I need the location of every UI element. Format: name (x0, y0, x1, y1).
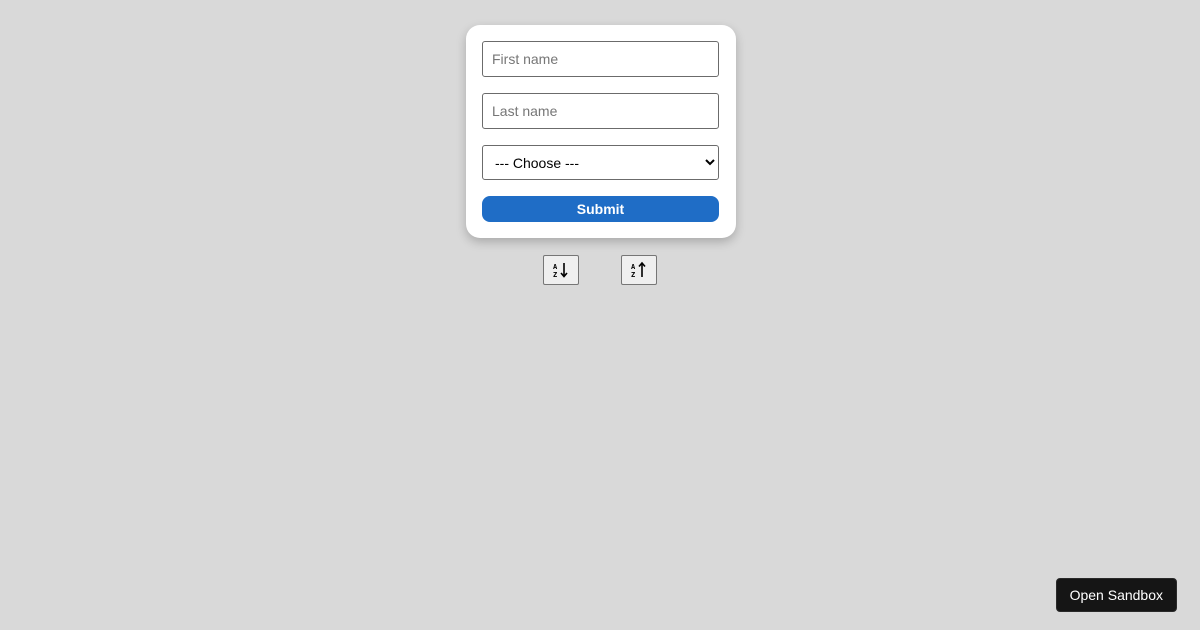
sort-descending-button[interactable]: A Z (621, 255, 657, 285)
open-sandbox-button[interactable]: Open Sandbox (1055, 578, 1177, 612)
sort-controls: A Z A Z (543, 255, 658, 285)
sort-alpha-down-icon: A Z (552, 261, 570, 279)
sort-ascending-button[interactable]: A Z (543, 255, 579, 285)
choose-select[interactable]: --- Choose --- (482, 145, 719, 180)
svg-text:Z: Z (631, 271, 635, 279)
last-name-input[interactable] (482, 93, 719, 129)
first-name-input[interactable] (482, 41, 719, 77)
svg-text:Z: Z (553, 271, 557, 279)
submit-button[interactable]: Submit (482, 196, 719, 222)
svg-text:A: A (631, 263, 636, 271)
sort-alpha-up-icon: A Z (630, 261, 648, 279)
form-card: --- Choose --- Submit (466, 25, 736, 238)
svg-text:A: A (553, 263, 558, 271)
page: --- Choose --- Submit A Z A Z (0, 0, 1200, 630)
